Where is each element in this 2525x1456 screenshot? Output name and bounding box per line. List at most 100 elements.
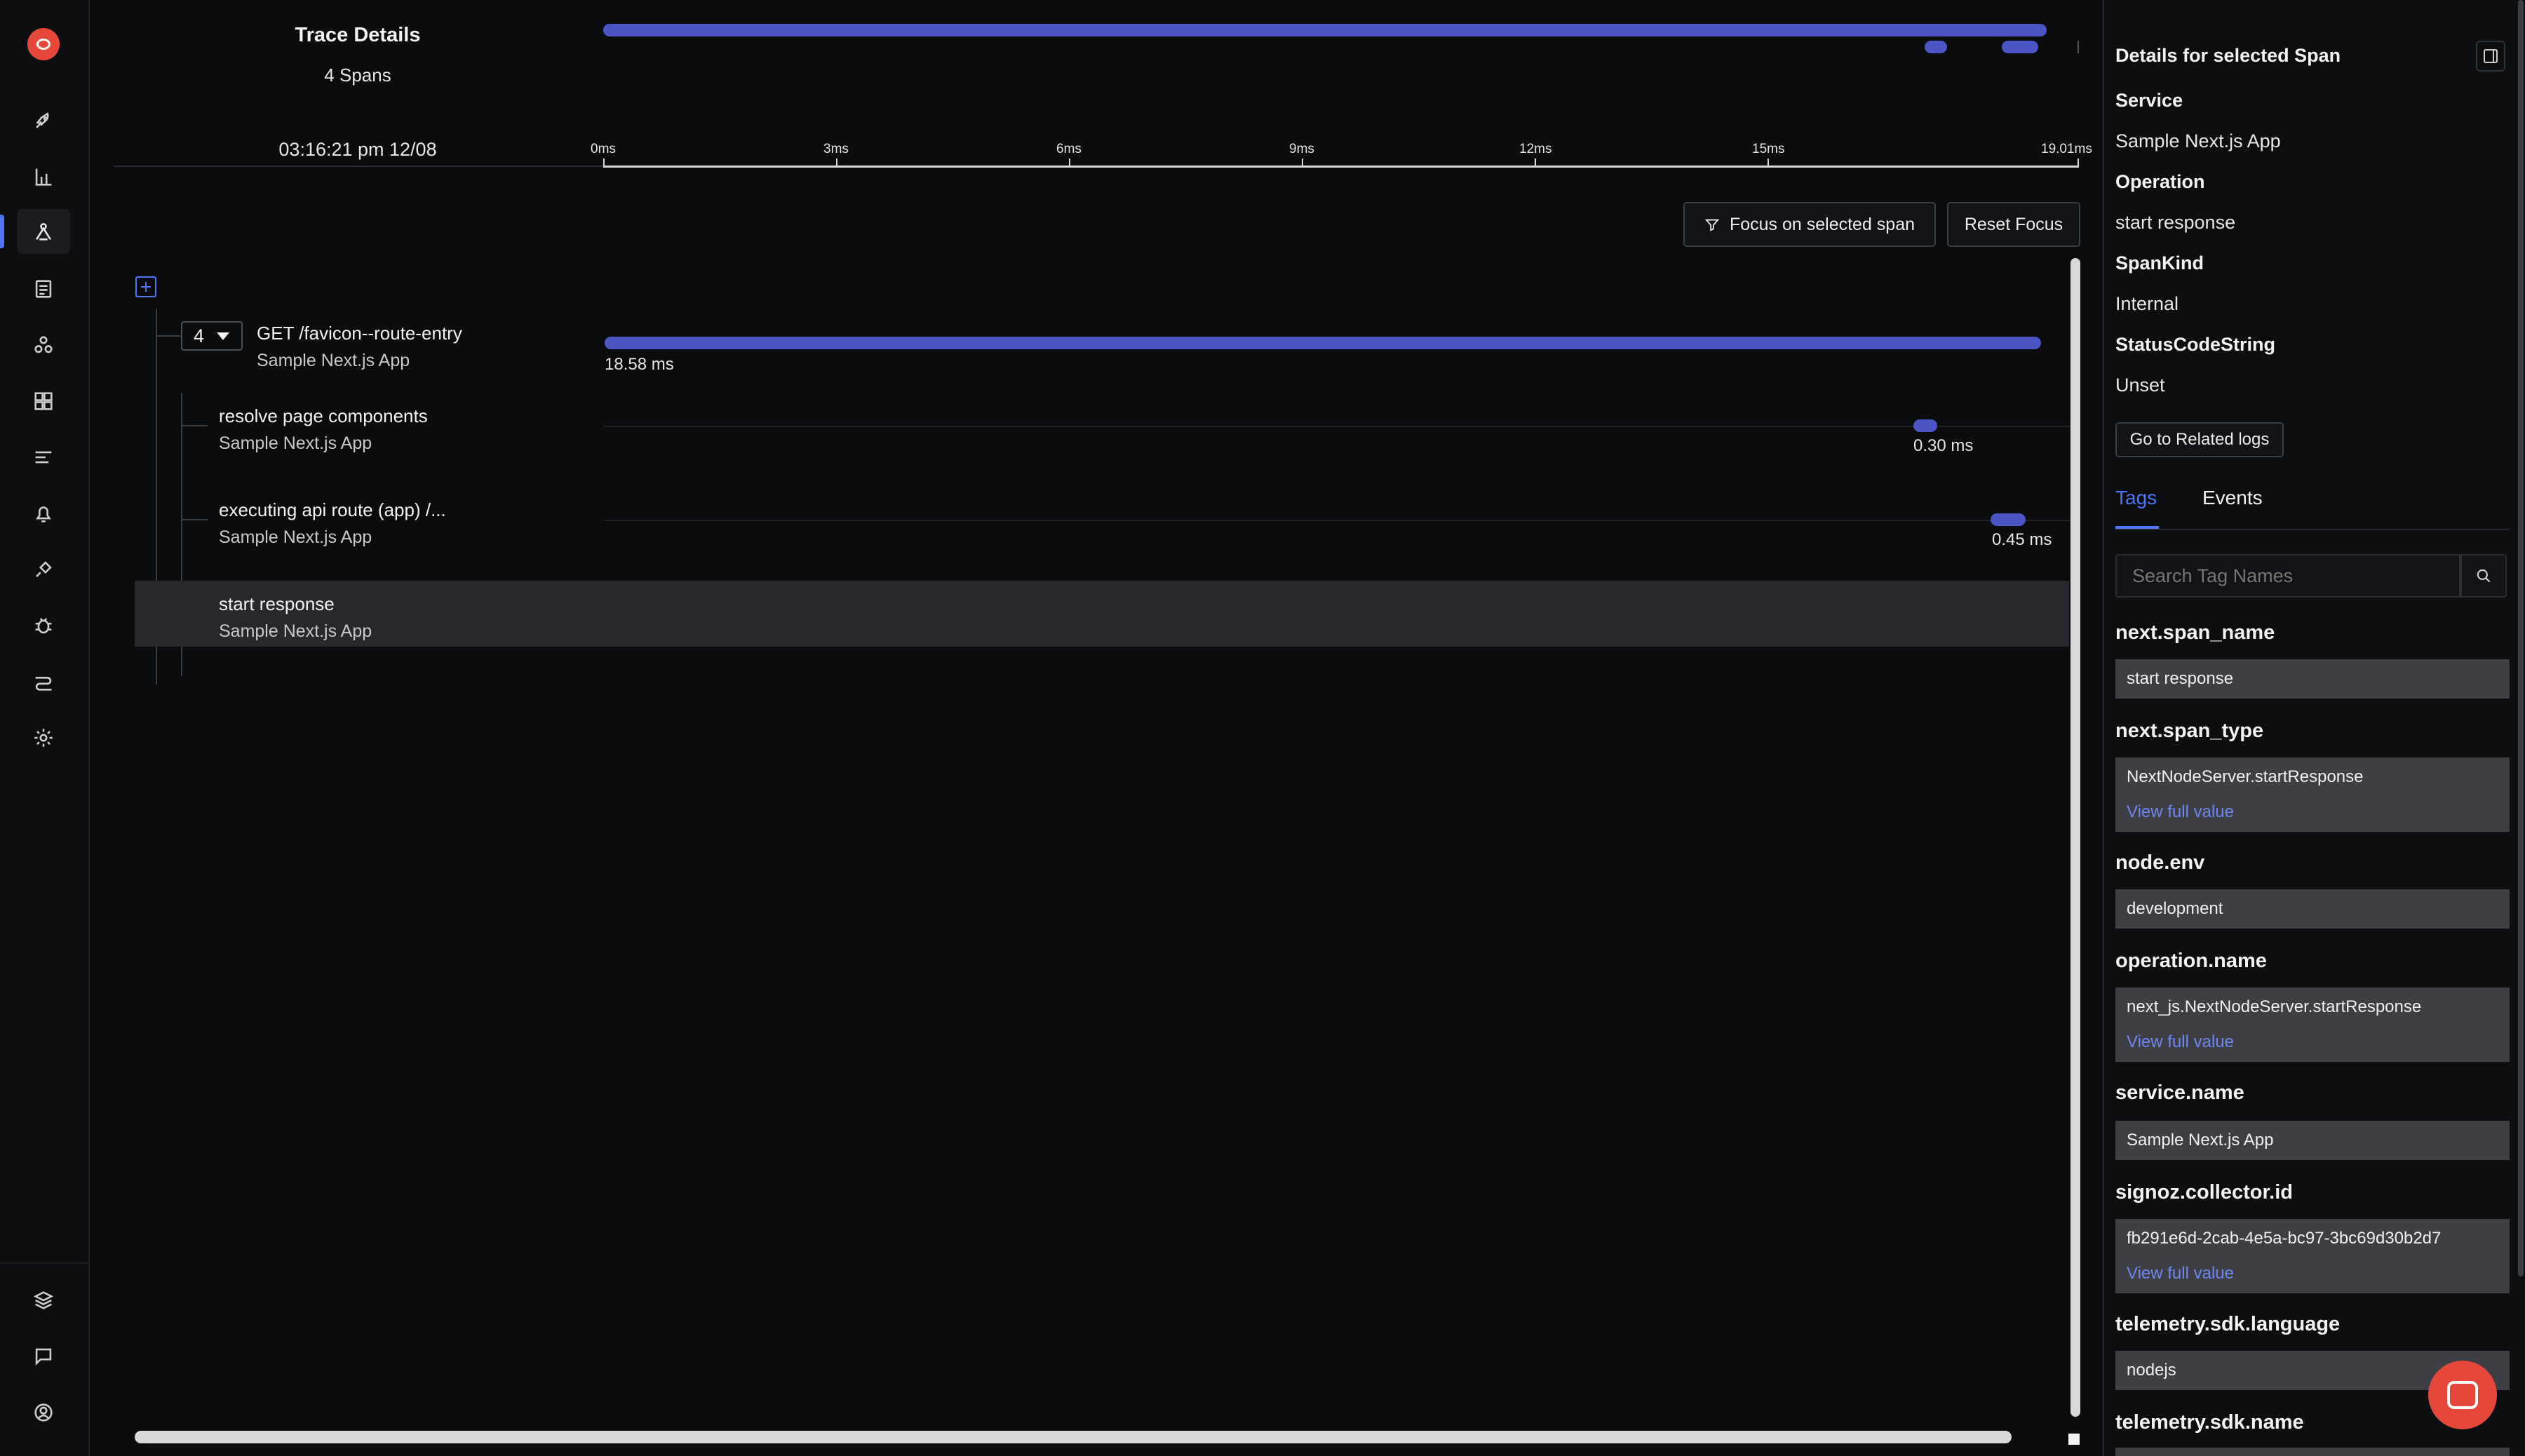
tag-key: operation.name: [2115, 950, 2267, 972]
axis-tick-label: 3ms: [823, 142, 849, 156]
span-duration: 0.45 ms: [1992, 530, 2052, 549]
traces-icon[interactable]: [17, 209, 70, 254]
related-logs-button[interactable]: Go to Related logs: [2115, 422, 2284, 457]
tag-key: node.env: [2115, 851, 2205, 874]
span-name[interactable]: start response: [219, 593, 335, 615]
axis-tick: [1535, 159, 1536, 168]
span-duration: 18.58 ms: [605, 355, 674, 374]
tree-connector: [181, 519, 208, 520]
reset-focus-button[interactable]: Reset Focus: [1947, 202, 2080, 247]
tag-key: telemetry.sdk.name: [2115, 1411, 2304, 1434]
bar-chart-icon[interactable]: [17, 154, 70, 199]
span-name[interactable]: GET /favicon--route-entry: [257, 323, 462, 344]
scroll-corner: [2068, 1434, 2080, 1445]
field-value: start response: [2115, 212, 2236, 233]
axis-tick-label: 12ms: [1519, 142, 1552, 156]
tree-connector: [156, 335, 181, 337]
details-heading: Details for selected Span: [2115, 45, 2341, 66]
panel-scrollbar[interactable]: [2518, 0, 2524, 1276]
span-name[interactable]: resolve page components: [219, 405, 428, 427]
expand-all-icon[interactable]: [135, 276, 156, 297]
span-service: Sample Next.js App: [219, 621, 372, 641]
field-value: Unset: [2115, 375, 2165, 396]
tag-value: development: [2115, 889, 2510, 929]
axis-tick: [1069, 159, 1070, 168]
vertical-scrollbar[interactable]: [2070, 258, 2080, 1417]
alerts-icon[interactable]: [17, 491, 70, 536]
axis-tick: [1302, 159, 1303, 168]
span-count: 4 Spans: [324, 65, 391, 86]
span-service: Sample Next.js App: [257, 351, 410, 370]
field-label: Service: [2115, 90, 2183, 111]
pipelines-icon[interactable]: [17, 435, 70, 480]
tag-key: next.span_name: [2115, 621, 2275, 644]
tag-value-text: nodejs: [2127, 1361, 2176, 1380]
caret-down-icon: [217, 332, 230, 340]
tag-key: signoz.collector.id: [2115, 1181, 2293, 1204]
rocket-icon[interactable]: [17, 98, 70, 143]
service-map-icon[interactable]: [17, 323, 70, 368]
tab-tags[interactable]: Tags: [2115, 487, 2157, 509]
field-label: SpanKind: [2115, 252, 2204, 274]
tag-key: telemetry.sdk.language: [2115, 1313, 2341, 1335]
settings-icon[interactable]: [17, 715, 70, 760]
user-icon[interactable]: [17, 1390, 70, 1435]
axis-tick-label: 15ms: [1752, 142, 1785, 156]
view-full-value-link[interactable]: View full value: [2127, 802, 2498, 822]
axis-tick-label: 9ms: [1289, 142, 1314, 156]
collapse-panel-icon[interactable]: [2476, 41, 2505, 72]
tag-value-text: start response: [2127, 669, 2234, 688]
tag-value: NextNodeServer.startResponse View full v…: [2115, 757, 2510, 832]
layers-icon[interactable]: [17, 1278, 70, 1323]
axis-tick: [1767, 159, 1769, 168]
child-count-toggle[interactable]: 4: [181, 321, 243, 351]
focus-button-label: Focus on selected span: [1729, 214, 1915, 234]
axis-tick: [836, 159, 837, 168]
axis-tick-label: 6ms: [1056, 142, 1082, 156]
tag-value: Sample Next.js App: [2115, 1121, 2510, 1160]
tag-value-text: next_js.NextNodeServer.startResponse: [2127, 997, 2422, 1016]
focus-selected-span-button[interactable]: Focus on selected span: [1683, 202, 1936, 247]
selected-span-row[interactable]: [135, 581, 2069, 647]
span-name[interactable]: executing api route (app) /...: [219, 499, 446, 521]
active-nav-indicator: [0, 215, 4, 248]
search-icon: [2477, 569, 2491, 583]
tag-value: fb291e6d-2cab-4e5a-bc97-3bc69d30b2d7 Vie…: [2115, 1219, 2510, 1293]
axis-tick-label: 19.01ms: [2041, 142, 2092, 156]
search-button[interactable]: [2460, 554, 2507, 598]
tab-events[interactable]: Events: [2202, 487, 2263, 509]
usage-icon[interactable]: [17, 659, 70, 704]
horizontal-scrollbar[interactable]: [135, 1431, 2012, 1443]
page-title: Trace Details: [295, 24, 421, 46]
nav-divider: [0, 1262, 88, 1264]
view-full-value-link[interactable]: View full value: [2127, 1264, 2498, 1283]
field-value: Internal: [2115, 293, 2179, 314]
tag-value: next_js.NextNodeServer.startResponse Vie…: [2115, 987, 2510, 1062]
field-label: StatusCodeString: [2115, 334, 2276, 355]
tag-value-text: fb291e6d-2cab-4e5a-bc97-3bc69d30b2d7: [2127, 1229, 2442, 1248]
bug-icon[interactable]: [17, 603, 70, 648]
integrations-icon[interactable]: [17, 547, 70, 592]
field-label: Operation: [2115, 171, 2205, 192]
tabs-divider: [2115, 529, 2510, 530]
span-track: [605, 520, 2075, 521]
tag-value-text: development: [2127, 899, 2223, 918]
signoz-logo-icon[interactable]: [27, 28, 60, 60]
tag-search-input[interactable]: [2115, 554, 2460, 598]
filter-icon: [1704, 219, 1720, 231]
tag-value: [2115, 1448, 2510, 1456]
view-full-value-link[interactable]: View full value: [2127, 1032, 2498, 1052]
overview-span-bar: [603, 24, 2047, 36]
axis-tick-label: 0ms: [591, 142, 616, 156]
axis-tick: [603, 159, 605, 168]
logs-icon[interactable]: [17, 267, 70, 311]
chat-icon[interactable]: [17, 1334, 70, 1379]
support-chat-icon[interactable]: [2428, 1361, 2497, 1429]
span-bar[interactable]: [1991, 513, 2026, 526]
trace-timestamp: 03:16:21 pm 12/08: [278, 139, 437, 160]
axis-tick: [2078, 159, 2079, 168]
span-bar[interactable]: [605, 337, 2041, 349]
span-bar[interactable]: [1913, 419, 1937, 432]
field-value: Sample Next.js App: [2115, 130, 2281, 151]
dashboard-icon[interactable]: [17, 379, 70, 424]
